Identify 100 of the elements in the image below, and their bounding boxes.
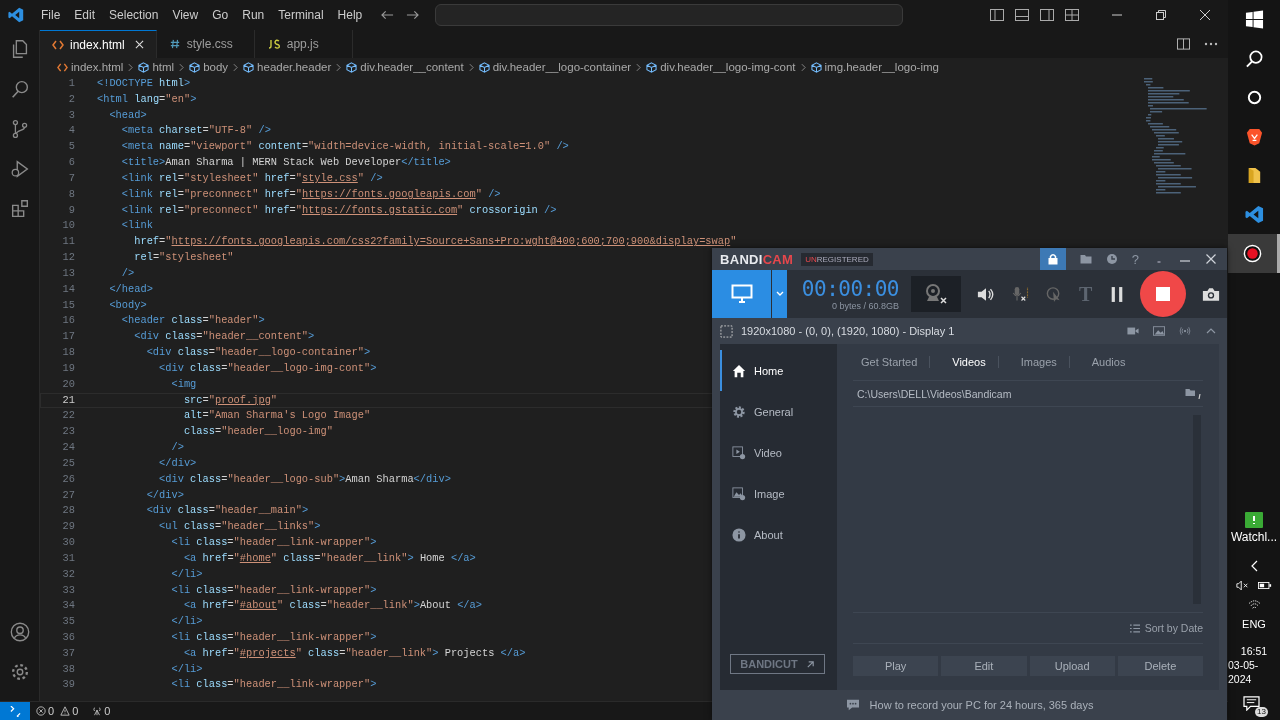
- cube-icon: [478, 61, 490, 73]
- select-area-icon[interactable]: [720, 324, 733, 338]
- split-editor-icon[interactable]: [1177, 38, 1190, 50]
- error-count[interactable]: 0: [48, 705, 55, 717]
- camera-icon[interactable]: [1202, 285, 1221, 303]
- menu-item[interactable]: File: [34, 8, 68, 22]
- sidebar-item[interactable]: Video: [720, 432, 837, 473]
- panel-layout-icon[interactable]: [1015, 9, 1029, 21]
- forward-arrow-icon[interactable]: [406, 10, 420, 20]
- chevron-icon: [800, 62, 806, 72]
- code-line: <link rel="preconnect" href="https://fonts.googleapis.com" />: [120, 186, 501, 202]
- wifi-icon[interactable]: [1247, 599, 1261, 610]
- sidebar-item[interactable]: General: [720, 391, 837, 432]
- breadcrumb-item[interactable]: div.header__content: [360, 61, 464, 73]
- gear-icon: [732, 404, 746, 419]
- line-number: 26: [61, 471, 75, 487]
- taskbar-button[interactable]: [1228, 234, 1280, 273]
- code-line: />: [120, 265, 135, 281]
- lock-button[interactable]: [1039, 248, 1066, 270]
- menu-item[interactable]: Run: [235, 8, 272, 22]
- microphone-off-icon[interactable]: [1011, 285, 1029, 303]
- menu-item[interactable]: Terminal: [271, 8, 331, 22]
- editor-tab[interactable]: index.html: [40, 30, 157, 58]
- editor-tab[interactable]: app.js: [254, 30, 353, 58]
- sidebar-layout-icon[interactable]: [990, 9, 1004, 21]
- media-tab[interactable]: Audios: [1083, 356, 1138, 368]
- breadcrumb-item[interactable]: html: [152, 61, 175, 73]
- image-icon[interactable]: [1153, 325, 1165, 337]
- code-line: <meta charset="UTF-8" />: [120, 123, 271, 139]
- webcam-button[interactable]: [911, 276, 961, 312]
- code-line: <li class="header__link-wrapper">: [170, 582, 377, 598]
- media-tab[interactable]: Videos: [944, 356, 999, 368]
- ports-count[interactable]: 0: [104, 705, 111, 717]
- action-button[interactable]: Play: [853, 656, 939, 676]
- command-center-field[interactable]: [435, 4, 904, 26]
- video-camera-icon[interactable]: [1127, 325, 1139, 337]
- cube-icon: [243, 61, 255, 73]
- menu-item[interactable]: Go: [205, 8, 236, 22]
- breadcrumb-item[interactable]: body: [203, 61, 229, 73]
- watchlist-icon[interactable]: [1245, 512, 1263, 528]
- breadcrumb-item[interactable]: index.html: [71, 61, 124, 73]
- stop-button[interactable]: [1140, 271, 1187, 317]
- battery-icon[interactable]: [1258, 580, 1272, 591]
- app-logo: BANDICAM: [720, 251, 794, 267]
- line-number: 20: [61, 376, 75, 392]
- close-icon[interactable]: [134, 40, 144, 49]
- line-number: 13: [61, 265, 75, 281]
- menu-item[interactable]: Edit: [67, 8, 103, 22]
- clock-time[interactable]: 16:51: [1240, 644, 1268, 658]
- sidebar-item[interactable]: Image: [720, 473, 837, 514]
- action-button[interactable]: Delete: [1117, 656, 1203, 676]
- account-icon[interactable]: [8, 621, 31, 643]
- remote-button[interactable]: [0, 702, 30, 720]
- video-settings-icon: [732, 445, 746, 460]
- back-arrow-icon[interactable]: [381, 10, 395, 20]
- open-folder-icon[interactable]: [1185, 387, 1203, 400]
- media-tab[interactable]: Get Started: [853, 356, 931, 368]
- chevron-icon: [636, 62, 642, 72]
- action-button[interactable]: Upload: [1029, 656, 1115, 676]
- tip-link[interactable]: How to record your PC for 24 hours, 365 days: [869, 699, 1094, 711]
- line-number: 11: [61, 234, 75, 250]
- restore-icon[interactable]: [1156, 10, 1166, 20]
- more-icon[interactable]: [1204, 42, 1218, 46]
- folder-icon[interactable]: [1079, 253, 1092, 265]
- line-number: 30: [61, 535, 75, 550]
- caret-icon: [775, 291, 784, 297]
- menu-item[interactable]: Help: [330, 8, 370, 22]
- clock-icon[interactable]: [1105, 253, 1118, 265]
- breadcrumb-item[interactable]: div.header__logo-container: [492, 61, 632, 73]
- breadcrumb-item[interactable]: div.header__logo-img-cont: [660, 61, 796, 73]
- html-file-icon: [52, 39, 64, 50]
- help-button[interactable]: ?: [1131, 251, 1139, 267]
- sidebar-item[interactable]: About: [720, 514, 837, 555]
- breadcrumb-item[interactable]: img.header__logo-img: [824, 61, 939, 73]
- warning-count[interactable]: 0: [72, 705, 79, 717]
- breadcrumb-item[interactable]: header.header: [257, 61, 332, 73]
- screen-mode-button[interactable]: [712, 270, 771, 318]
- capture-area-label: 1920x1080 - (0, 0), (1920, 1080) - Display 1: [741, 325, 955, 337]
- code-editor-logo-icon[interactable]: [8, 7, 24, 23]
- close-icon[interactable]: [1200, 10, 1210, 20]
- cube-icon: [189, 61, 201, 73]
- layout-grid-icon[interactable]: [1065, 9, 1079, 21]
- watchlist-label[interactable]: Watchl...: [1230, 530, 1278, 544]
- media-tab[interactable]: Images: [1012, 356, 1070, 368]
- chevron-icon[interactable]: [1250, 560, 1258, 572]
- menu-item[interactable]: View: [165, 8, 206, 22]
- muted-speaker-icon[interactable]: [1236, 580, 1250, 591]
- notifications-button[interactable]: 13: [1243, 696, 1265, 716]
- language-indicator[interactable]: ENG: [1242, 618, 1266, 630]
- sort-button[interactable]: Sort by Date: [1129, 622, 1203, 634]
- broadcast-icon[interactable]: [1179, 325, 1191, 337]
- chevron-icon: [336, 62, 342, 72]
- line-number: 4: [67, 123, 75, 139]
- line-number: 7: [67, 170, 75, 186]
- menu-item[interactable]: Selection: [102, 8, 166, 22]
- sidebar-layout-icon[interactable]: [1040, 9, 1054, 21]
- close-icon[interactable]: [1205, 253, 1217, 265]
- action-button[interactable]: Edit: [941, 656, 1027, 676]
- clock-date[interactable]: 03-05-2024: [1228, 658, 1280, 686]
- editor-tab[interactable]: style.css: [156, 30, 255, 58]
